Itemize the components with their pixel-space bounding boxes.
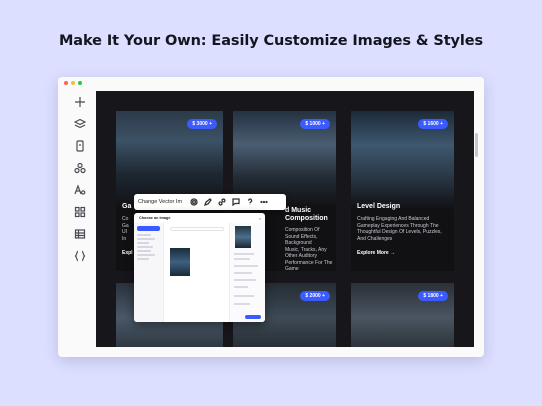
- price-badge[interactable]: $ 1000 +: [300, 119, 330, 129]
- table-icon[interactable]: [68, 223, 92, 245]
- vertical-scrollbar[interactable]: [475, 133, 478, 157]
- comment-icon[interactable]: [230, 196, 242, 208]
- page-headline: Make It Your Own: Easily Customize Image…: [58, 33, 484, 49]
- card-title: d Music Composition: [285, 207, 328, 222]
- close-window-dot[interactable]: [64, 81, 68, 85]
- explore-more-link[interactable]: Explore More →: [357, 250, 448, 256]
- image-thumbnail[interactable]: [170, 248, 190, 276]
- app-window: $ 3000 + Ga Co Ga UI In Expl $ 1000 + d …: [58, 77, 484, 357]
- dialog-title: Choose an image: [139, 216, 171, 220]
- dialog-sidebar: [134, 223, 164, 322]
- typography-icon[interactable]: [68, 179, 92, 201]
- change-vector-image-button[interactable]: Change Vector Im: [138, 199, 186, 205]
- minimize-window-dot[interactable]: [71, 81, 75, 85]
- choose-image-dialog: Choose an image ×: [134, 213, 265, 322]
- choose-image-button[interactable]: [245, 315, 261, 319]
- apps-grid-icon[interactable]: [68, 201, 92, 223]
- close-icon[interactable]: ×: [259, 216, 261, 221]
- image-preview-panel: [229, 223, 265, 322]
- left-tool-rail: [68, 91, 92, 267]
- page-icon[interactable]: [68, 135, 92, 157]
- link-icon[interactable]: [216, 196, 228, 208]
- service-card[interactable]: $ 1600 + Level Design Crafting Engaging …: [351, 111, 454, 271]
- price-badge[interactable]: $ 2000 +: [300, 291, 330, 301]
- price-badge[interactable]: $ 1600 +: [418, 119, 448, 129]
- settings-icon[interactable]: [188, 196, 200, 208]
- components-icon[interactable]: [68, 157, 92, 179]
- image-search-input[interactable]: [170, 227, 224, 231]
- card-description: Composition Of Sound Effects, Background…: [285, 227, 333, 271]
- code-icon[interactable]: [68, 245, 92, 267]
- preview-image: [235, 226, 251, 248]
- element-toolbar: Change Vector Im: [134, 194, 286, 210]
- window-controls: [64, 81, 82, 85]
- service-card[interactable]: $ 1800 +: [351, 283, 454, 347]
- card-description: Crafting Engaging And Balanced Gameplay …: [357, 216, 442, 242]
- upload-button[interactable]: [137, 226, 160, 231]
- pencil-icon[interactable]: [202, 196, 214, 208]
- add-icon[interactable]: [68, 91, 92, 113]
- maximize-window-dot[interactable]: [78, 81, 82, 85]
- card-title: Level Design: [357, 203, 401, 210]
- price-badge[interactable]: $ 1800 +: [418, 291, 448, 301]
- layers-icon[interactable]: [68, 113, 92, 135]
- more-icon[interactable]: [258, 196, 270, 208]
- help-icon[interactable]: [244, 196, 256, 208]
- price-badge[interactable]: $ 3000 +: [187, 119, 217, 129]
